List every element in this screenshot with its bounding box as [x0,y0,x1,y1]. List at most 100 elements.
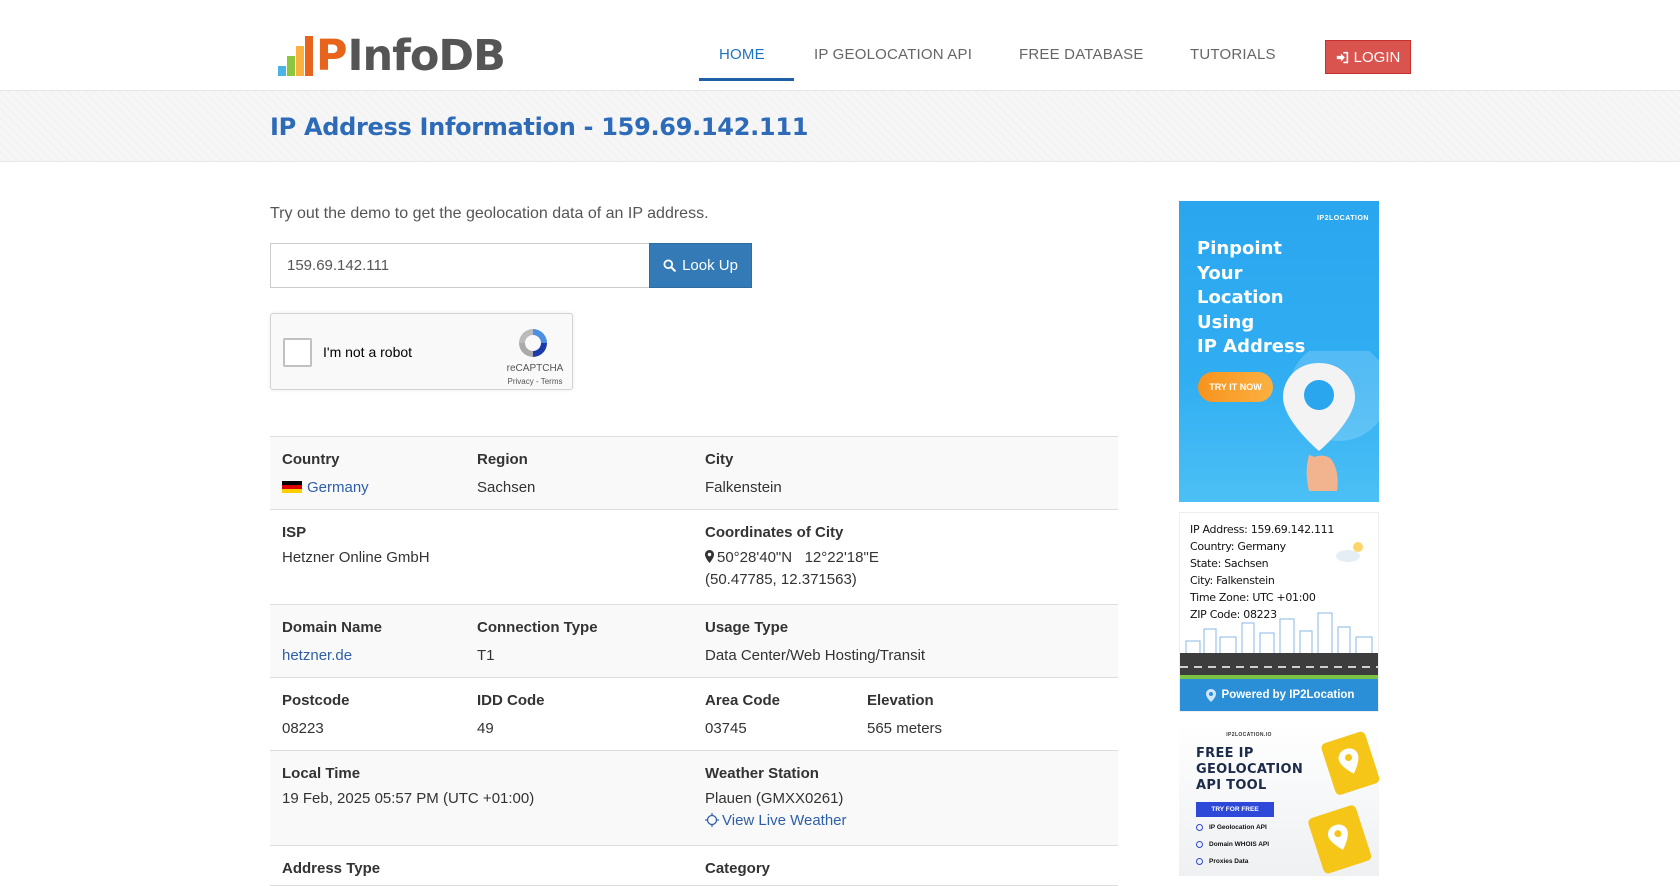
ad2-line: State: Sachsen [1190,557,1269,570]
country-value-wrap: Germany [282,477,369,499]
ip-info-table: Country Germany Region Sachsen City Falk… [270,436,1118,886]
country-label: Country [282,451,340,468]
ad-pinpoint-location[interactable]: IP2LOCATION Pinpoint Your Location Using… [1179,201,1379,502]
ad2-line: IP Address: 159.69.142.111 [1190,523,1335,536]
coordinates-dms-wrap: 50°28'40"N 12°22'18"E [705,547,879,569]
address-type-label: Address Type [282,860,381,877]
ad1-brand: IP2LOCATION [1316,215,1369,222]
location-pin-icon [1283,351,1379,491]
city-value: Falkenstein [705,479,782,496]
region-value: Sachsen [477,479,536,496]
yellow-pin-cards-icon [1308,731,1379,874]
map-marker-icon [705,550,714,563]
connection-label: Connection Type [477,619,598,636]
page-title: IP Address Information - 159.69.142.111 [270,113,809,141]
ad1-cta-button[interactable]: TRY IT NOW [1198,372,1273,402]
table-row: ISP Hetzner Online GmbH Coordinates of C… [270,510,1118,605]
idd-value: 49 [477,720,494,737]
recaptcha-checkbox[interactable] [283,338,312,367]
nav-active-indicator [699,78,794,81]
recaptcha-logo-icon [519,329,547,357]
login-button[interactable]: LOGIN [1325,40,1411,74]
usage-value: Data Center/Web Hosting/Transit [705,647,926,664]
city-cell: City Falkenstein [705,451,782,499]
local-time-label: Local Time [282,765,361,782]
recaptcha-widget: I'm not a robot reCAPTCHA Privacy - Term… [270,313,573,390]
title-band [0,91,1680,162]
logo-text: InfoDB [347,31,506,81]
postcode-cell: Postcode 08223 [282,692,350,740]
postcode-label: Postcode [282,692,350,709]
demo-intro: Try out the demo to get the geolocation … [270,205,709,222]
weather-cell: Weather Station Plauen (GMXX0261) View L… [705,765,847,832]
isp-label: ISP [282,524,307,541]
login-label: LOGIN [1353,48,1401,66]
lookup-label: Look Up [682,257,738,274]
ad3-cta-button[interactable]: TRY FOR FREE [1196,802,1274,817]
table-row: Postcode 08223 IDD Code 49 Area Code 037… [270,678,1118,751]
logo-p: P [316,31,348,81]
weather-sun-icon [705,813,719,827]
nav-home[interactable]: HOME [719,46,765,63]
region-label: Region [477,451,528,468]
isp-value: Hetzner Online GmbH [282,549,430,566]
map-pin-icon [1205,688,1216,702]
coordinates-label: Coordinates of City [705,524,844,541]
ad-free-ip-geolocation-api[interactable]: IP2LOCATION.IO FREE IP GEOLOCATION API T… [1179,722,1379,876]
ad3-headline: FREE IP GEOLOCATION API TOOL [1196,746,1304,793]
coordinates-dms: 50°28'40"N 12°22'18"E [717,549,879,566]
table-row: Address Type Category [270,846,1118,886]
domain-cell: Domain Name hetzner.de [282,619,382,667]
postcode-value: 08223 [282,720,324,737]
view-live-weather-link[interactable]: View Live Weather [722,812,847,829]
table-row: Local Time 19 Feb, 2025 05:57 PM (UTC +0… [270,751,1118,846]
usage-cell: Usage Type Data Center/Web Hosting/Trans… [705,619,925,667]
lookup-button[interactable]: Look Up [649,243,752,288]
weather-label: Weather Station [705,765,819,782]
domain-link[interactable]: hetzner.de [282,645,382,667]
idd-cell: IDD Code 49 [477,692,545,740]
weather-link-wrap: View Live Weather [705,810,847,832]
sign-in-icon [1336,51,1348,63]
country-link[interactable]: Germany [307,479,369,496]
domain-label: Domain Name [282,619,383,636]
connection-value: T1 [477,647,495,664]
site-logo[interactable]: P InfoDB [278,31,506,81]
ad-ip2location-widget[interactable]: IP Address: 159.69.142.111 Country: Germ… [1179,512,1379,712]
elevation-label: Elevation [867,692,934,709]
nav-ip-geolocation-api[interactable]: IP GEOLOCATION API [814,46,972,63]
weather-value: Plauen (GMXX0261) [705,790,844,807]
elevation-cell: Elevation 565 meters [867,692,942,740]
weather-cloud-icon [1336,542,1363,562]
category-label: Category [705,860,771,877]
ip-address-input[interactable] [270,243,650,288]
recaptcha-label: I'm not a robot [323,344,413,360]
local-time-cell: Local Time 19 Feb, 2025 05:57 PM (UTC +0… [282,765,534,810]
table-row: Domain Name hetzner.de Connection Type T… [270,605,1118,678]
logo-bars-icon [278,34,314,78]
coordinates-decimal: (50.47785, 12.371563) [705,571,857,588]
isp-cell: ISP Hetzner Online GmbH [282,524,430,569]
local-time-value: 19 Feb, 2025 05:57 PM (UTC +01:00) [282,790,535,807]
nav-tutorials[interactable]: TUTORIALS [1190,46,1276,63]
area-code-cell: Area Code 03745 [705,692,780,740]
table-row: Country Germany Region Sachsen City Falk… [270,437,1118,510]
search-icon [663,259,676,272]
ad2-footer-text: Powered by IP2Location [1221,689,1355,701]
germany-flag-icon [282,481,302,493]
recaptcha-brand: reCAPTCHA [506,363,564,374]
nav-free-database[interactable]: FREE DATABASE [1019,46,1144,63]
ad2-line: City: Falkenstein [1190,574,1275,587]
usage-label: Usage Type [705,619,789,636]
ad3-feature: IP Geolocation API [1196,824,1267,831]
ad3-brand: IP2LOCATION.IO [1226,732,1272,738]
ad3-feature: Proxies Data [1196,858,1248,865]
ad1-headline: Pinpoint Your Location Using IP Address [1197,238,1306,357]
category-cell: Category [705,860,770,877]
ad2-line: Country: Germany [1190,540,1286,553]
area-code-label: Area Code [705,692,781,709]
coordinates-cell: Coordinates of City 50°28'40"N 12°22'18"… [705,524,879,591]
region-cell: Region Sachsen [477,451,535,499]
recaptcha-terms[interactable]: Privacy - Terms [501,377,569,386]
country-cell: Country Germany [282,451,369,499]
